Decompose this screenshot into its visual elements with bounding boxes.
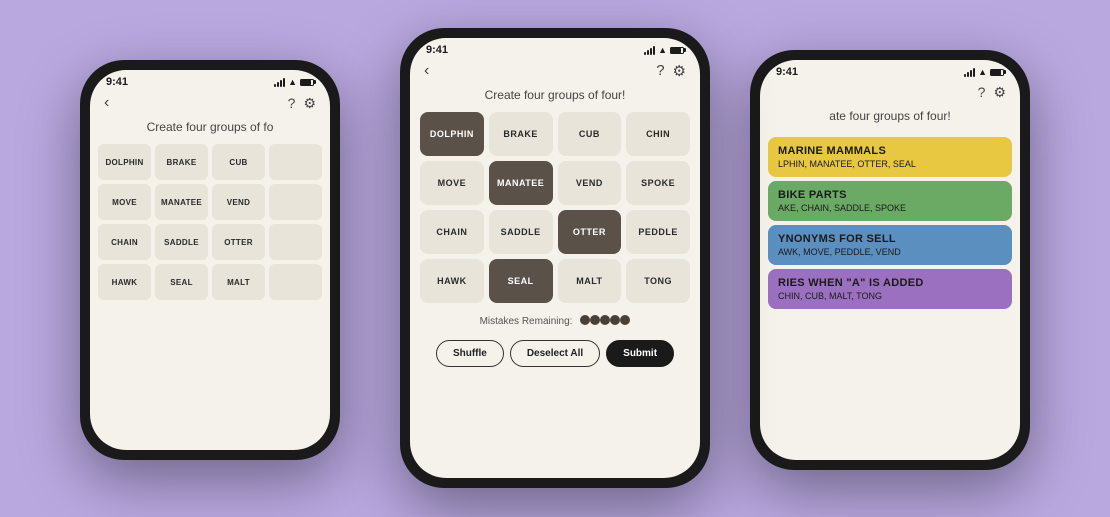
status-icons-center: ▲ [644,45,684,55]
status-icons-right: ▲ [964,67,1004,77]
wifi-icon-center: ▲ [658,45,667,55]
word-grid-left: DOLPHIN BRAKE CUB MOVE MANATEE VEND CHAI… [90,144,330,300]
help-icon-right[interactable]: ? [978,84,986,101]
result-title-added: RIES WHEN "A" IS ADDED [778,277,1002,289]
tile-malt-l[interactable]: MALT [212,264,265,300]
tile-chain-c[interactable]: CHAIN [420,210,484,254]
instruction-center: Create four groups of four! [410,88,700,112]
tile-empty3-l [269,224,322,260]
result-words-sell: AWK, MOVE, PEDDLE, VEND [778,247,1002,257]
tile-move-l[interactable]: MOVE [98,184,151,220]
help-icon-center[interactable]: ? [656,62,664,80]
tile-seal-l[interactable]: SEAL [155,264,208,300]
mistake-dot-1 [590,315,600,325]
wifi-icon-left: ▲ [288,77,297,87]
btn-row: Shuffle Deselect All Submit [410,336,700,367]
phone-left: 9:41 ▲ ‹ ? ⚙ Create four groups of fo DO… [80,60,340,460]
result-title-marine: MARINE MAMMALS [778,145,1002,157]
battery-icon-right [990,69,1004,76]
mistake-dot-0 [580,315,590,325]
tile-peddle-c[interactable]: PEDDLE [626,210,690,254]
submit-button[interactable]: Submit [606,340,674,367]
tile-tong-c[interactable]: TONG [626,259,690,303]
result-title-sell: YNONYMS FOR SELL [778,233,1002,245]
gear-icon-left[interactable]: ⚙ [303,95,316,112]
time-left: 9:41 [106,76,128,88]
tile-vend-l[interactable]: VEND [212,184,265,220]
time-right: 9:41 [776,66,798,78]
tile-empty1-l [269,144,322,180]
status-icons-left: ▲ [274,77,314,87]
tile-chain-l[interactable]: CHAIN [98,224,151,260]
tile-vend-c[interactable]: VEND [558,161,622,205]
mistakes-row: Mistakes Remaining: [410,303,700,336]
tile-malt-c[interactable]: MALT [558,259,622,303]
status-bar-right: 9:41 ▲ [760,60,1020,80]
shuffle-button[interactable]: Shuffle [436,340,504,367]
result-card-sell: YNONYMS FOR SELL AWK, MOVE, PEDDLE, VEND [768,225,1012,265]
tile-spoke-c[interactable]: SPOKE [626,161,690,205]
result-words-added: CHIN, CUB, MALT, TONG [778,291,1002,301]
phone-center: 9:41 ▲ ‹ ? ⚙ Create four groups of four!… [400,28,710,488]
result-card-added: RIES WHEN "A" IS ADDED CHIN, CUB, MALT, … [768,269,1012,309]
help-icon-left[interactable]: ? [288,95,296,112]
tile-move-c[interactable]: MOVE [420,161,484,205]
phone-right: 9:41 ▲ ? ⚙ ate four groups of four! MARI… [750,50,1030,470]
tile-cub-c[interactable]: CUB [558,112,622,156]
result-card-marine: MARINE MAMMALS LPHIN, MANATEE, OTTER, SE… [768,137,1012,177]
tile-seal-c[interactable]: SEAL [489,259,553,303]
deselect-button[interactable]: Deselect All [510,340,600,367]
nav-bar-right: ? ⚙ [760,80,1020,109]
tile-hawk-l[interactable]: HAWK [98,264,151,300]
result-words-marine: LPHIN, MANATEE, OTTER, SEAL [778,159,1002,169]
result-title-bike: BIKE PARTS [778,189,1002,201]
tile-empty4-l [269,264,322,300]
word-grid-center: DOLPHINBRAKECUBCHIN MOVEMANATEEVENDSPOKE C… [410,112,700,303]
tile-manatee-l[interactable]: MANATEE [155,184,208,220]
tile-saddle-c[interactable]: SADDLE [489,210,553,254]
dots-container [580,315,630,328]
status-bar-center: 9:41 ▲ [410,38,700,58]
tile-brake-c[interactable]: BRAKE [489,112,553,156]
battery-icon-left [300,79,314,86]
tile-hawk-c[interactable]: HAWK [420,259,484,303]
gear-icon-right[interactable]: ⚙ [993,84,1006,101]
signal-icon-right [964,68,975,77]
signal-icon-left [274,78,285,87]
nav-bar-center: ‹ ? ⚙ [410,58,700,88]
tile-manatee-c[interactable]: MANATEE [489,161,553,205]
tile-saddle-l[interactable]: SADDLE [155,224,208,260]
nav-bar-left: ‹ ? ⚙ [90,90,330,120]
instruction-left: Create four groups of fo [90,120,330,144]
instruction-right: ate four groups of four! [760,109,1020,133]
back-icon-left[interactable]: ‹ [104,94,109,112]
tile-otter-l[interactable]: OTTER [212,224,265,260]
result-card-bike: BIKE PARTS AKE, CHAIN, SADDLE, SPOKE [768,181,1012,221]
mistakes-label: Mistakes Remaining: [480,316,573,327]
gear-icon-center[interactable]: ⚙ [673,62,686,80]
wifi-icon-right: ▲ [978,67,987,77]
tile-empty2-l [269,184,322,220]
status-bar-left: 9:41 ▲ [90,70,330,90]
result-words-bike: AKE, CHAIN, SADDLE, SPOKE [778,203,1002,213]
tile-cub-l[interactable]: CUB [212,144,265,180]
tile-otter-c[interactable]: OTTER [558,210,622,254]
tile-brake-l[interactable]: BRAKE [155,144,208,180]
tile-chin-c[interactable]: CHIN [626,112,690,156]
tile-dolphin-c[interactable]: DOLPHIN [420,112,484,156]
signal-icon-center [644,46,655,55]
mistake-dot-2 [600,315,610,325]
mistake-dot-4 [620,315,630,325]
mistake-dot-3 [610,315,620,325]
back-icon-center[interactable]: ‹ [424,62,429,80]
time-center: 9:41 [426,44,448,56]
battery-icon-center [670,47,684,54]
tile-dolphin-l[interactable]: DOLPHIN [98,144,151,180]
